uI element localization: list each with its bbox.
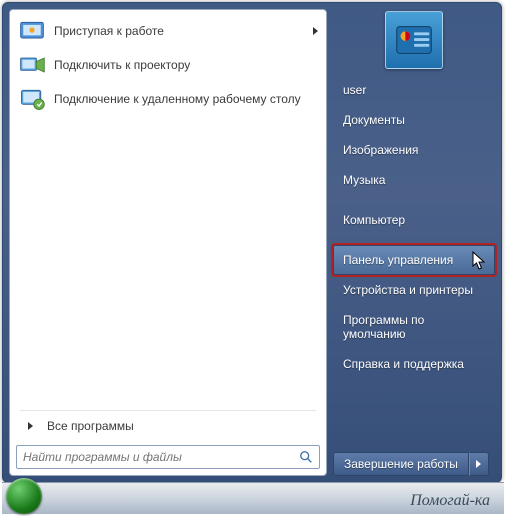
left-pane: Приступая к работе Подключить к проектор… (9, 9, 327, 476)
control-panel-icon (391, 17, 437, 63)
right-item-computer[interactable]: Компьютер (333, 205, 495, 235)
program-list: Приступая к работе Подключить к проектор… (10, 10, 326, 408)
search-area (10, 439, 326, 475)
search-icon (299, 450, 313, 464)
projector-icon (18, 51, 46, 79)
right-pane: user Документы Изображения Музыка Компью… (327, 3, 501, 482)
right-item-control-panel[interactable]: Панель управления (333, 245, 495, 275)
program-getting-started[interactable]: Приступая к работе (12, 14, 324, 48)
divider (20, 410, 316, 411)
right-item-pictures[interactable]: Изображения (333, 135, 495, 165)
search-box[interactable] (16, 445, 320, 469)
group-spacer (333, 235, 495, 245)
start-button[interactable] (6, 478, 42, 514)
user-picture-frame (333, 11, 495, 69)
taskbar: Помогай-ка (2, 482, 504, 514)
right-item-label: Музыка (343, 173, 385, 187)
right-item-label: Устройства и принтеры (343, 283, 473, 297)
right-list: user Документы Изображения Музыка Компью… (333, 75, 495, 446)
cursor-icon (472, 251, 486, 271)
all-programs[interactable]: Все программы (10, 413, 326, 439)
start-menu: Приступая к работе Подключить к проектор… (2, 2, 502, 483)
right-item-label: Панель управления (343, 253, 453, 267)
program-label: Подключение к удаленному рабочему столу (54, 92, 318, 106)
right-item-user[interactable]: user (333, 75, 495, 105)
shutdown-button[interactable]: Завершение работы (333, 452, 469, 476)
program-label: Приступая к работе (54, 24, 313, 38)
group-spacer (333, 195, 495, 205)
watermark-text: Помогай-ка (410, 492, 490, 510)
shutdown-row: Завершение работы (333, 446, 495, 476)
search-input[interactable] (23, 450, 299, 464)
right-item-music[interactable]: Музыка (333, 165, 495, 195)
shutdown-label: Завершение работы (344, 457, 458, 471)
right-item-default-programs[interactable]: Программы по умолчанию (333, 305, 495, 349)
submenu-arrow-icon (313, 27, 318, 35)
right-item-label: Компьютер (343, 213, 405, 227)
right-item-label: user (343, 83, 366, 97)
chevron-right-icon (476, 460, 481, 468)
right-item-label: Справка и поддержка (343, 357, 464, 371)
shutdown-options-button[interactable] (469, 452, 489, 476)
right-item-devices[interactable]: Устройства и принтеры (333, 275, 495, 305)
right-item-label: Документы (343, 113, 405, 127)
getting-started-icon (18, 17, 46, 45)
all-programs-label: Все программы (47, 419, 134, 433)
right-item-label: Программы по умолчанию (343, 313, 424, 341)
right-item-documents[interactable]: Документы (333, 105, 495, 135)
remote-desktop-icon (18, 85, 46, 113)
chevron-right-icon (28, 422, 33, 430)
program-remote-desktop[interactable]: Подключение к удаленному рабочему столу (12, 82, 324, 116)
right-item-label: Изображения (343, 143, 418, 157)
program-label: Подключить к проектору (54, 58, 318, 72)
user-picture[interactable] (385, 11, 443, 69)
program-projector[interactable]: Подключить к проектору (12, 48, 324, 82)
right-item-help[interactable]: Справка и поддержка (333, 349, 495, 379)
